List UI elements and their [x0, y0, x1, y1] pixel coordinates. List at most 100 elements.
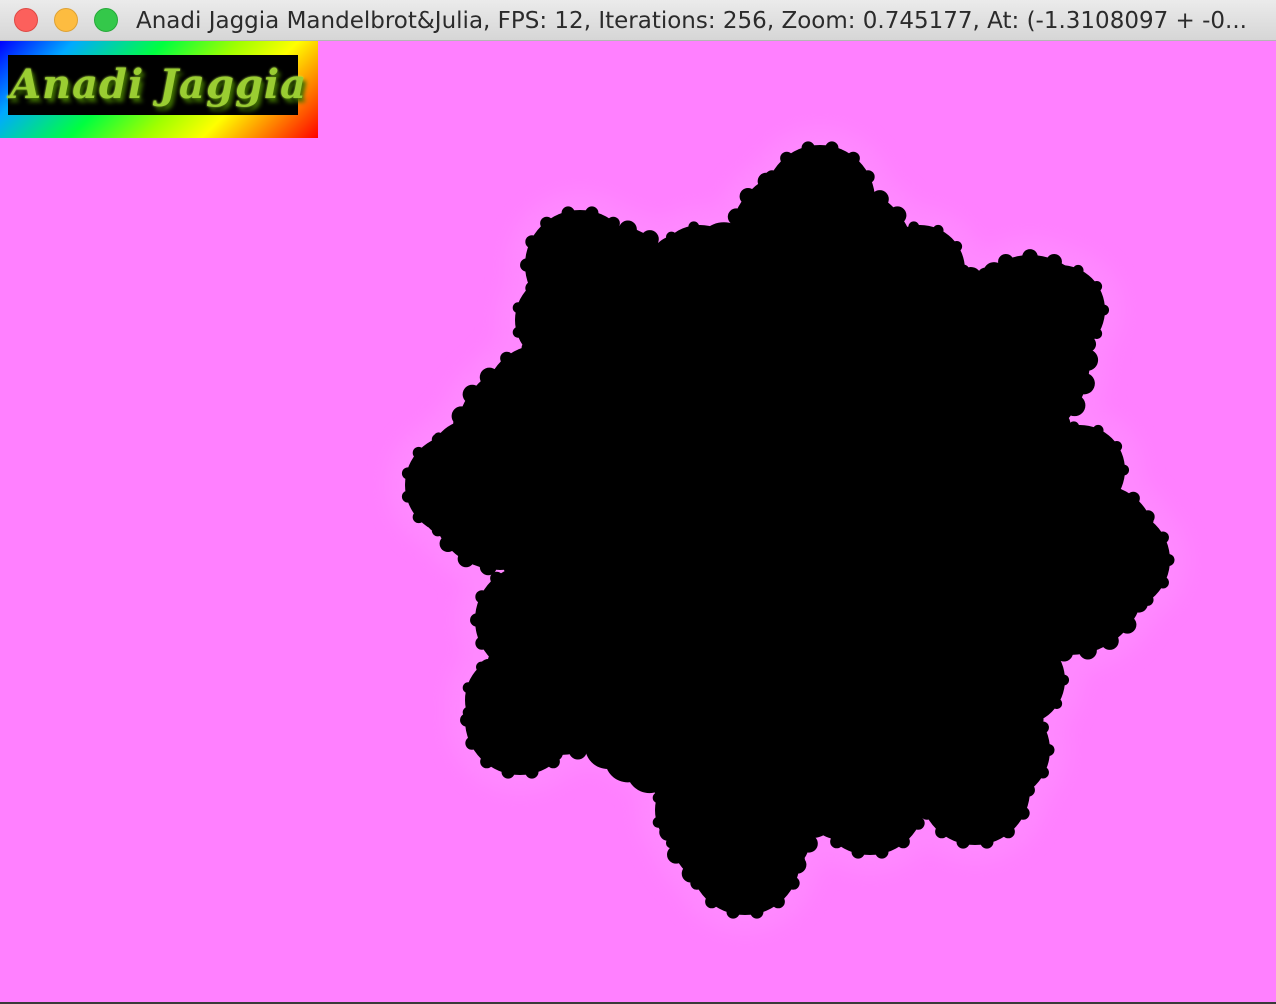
fractal-fringe	[652, 792, 664, 804]
fractal-fringe	[1092, 504, 1104, 516]
fractal-fringe	[848, 180, 867, 199]
fractal-fringe	[1048, 261, 1060, 273]
fractal-fringe	[861, 170, 875, 184]
fractal-fringe	[1162, 554, 1175, 566]
fractal-fringe	[1118, 464, 1130, 476]
zoom-button[interactable]	[94, 8, 118, 32]
fractal-fringe	[566, 713, 580, 727]
fractal-fringe	[997, 605, 1016, 624]
fractal-fringe	[875, 741, 889, 755]
fractal-fringe	[571, 224, 590, 243]
fractal-fringe	[490, 655, 504, 669]
fractal-fringe	[666, 231, 677, 243]
fractal-canvas[interactable]	[0, 41, 1276, 1004]
fractal-fringe	[603, 430, 623, 450]
fractal-fringe	[426, 455, 437, 465]
fractal-fringe	[921, 404, 944, 426]
fractal-fringe	[480, 393, 494, 407]
fractal-fringe	[688, 221, 700, 233]
fractal-fringe	[525, 352, 545, 372]
fractal-fringe	[935, 741, 949, 755]
fractal-fringe	[479, 682, 498, 701]
fractal-fringe	[625, 290, 641, 306]
fractal-fringe	[525, 765, 539, 779]
fractal-fringe	[951, 288, 963, 299]
fractal-fringe	[977, 356, 994, 373]
fractal-fringe	[781, 197, 800, 216]
fractal-fringe	[681, 864, 700, 883]
fractal-fringe	[511, 561, 525, 575]
title-bar[interactable]: Anadi Jaggia Mandelbrot&Julia, FPS: 12, …	[0, 0, 1276, 41]
fractal-fringe	[959, 636, 979, 656]
fractal-fringe	[724, 738, 743, 757]
fractal-fringe	[935, 632, 955, 653]
fractal-fringe	[815, 816, 829, 830]
fractal-fringe	[700, 358, 716, 373]
fractal-fringe	[561, 690, 575, 704]
fractal-fringe	[916, 793, 930, 807]
fractal-fringe	[911, 816, 925, 830]
fractal-fringe	[986, 707, 997, 719]
fractal-fringe	[475, 636, 489, 650]
fractal-fringe	[669, 267, 688, 286]
fractal-fringe	[801, 317, 820, 336]
fractal-fringe	[712, 844, 724, 856]
fractal-fringe	[983, 262, 1005, 284]
fractal-fringe	[529, 302, 548, 321]
fractal-fringe	[825, 141, 839, 155]
fractal-fringe	[535, 561, 549, 575]
fractal-fringe	[652, 276, 664, 288]
fractal-fringe	[1076, 349, 1099, 371]
fractal-fringe	[1085, 312, 1101, 328]
fractal-fringe	[521, 341, 535, 355]
fractal-fringe	[760, 193, 774, 207]
fractal-fringe	[599, 406, 619, 426]
fractal-fringe	[830, 835, 844, 849]
fractal-fringe	[653, 252, 669, 267]
fractal-fringe	[932, 224, 944, 236]
fractal-fringe	[724, 883, 743, 902]
fractal-fringe	[911, 770, 925, 784]
fractal-fringe	[997, 536, 1016, 555]
fractal-fringe	[855, 254, 873, 272]
fractal-fringe	[470, 613, 484, 627]
fractal-fringe	[1100, 510, 1119, 529]
fractal-fringe	[512, 326, 524, 338]
fractal-fringe	[980, 835, 994, 849]
fractal-fringe	[750, 801, 764, 815]
fractal-fringe	[980, 731, 994, 745]
fractal-fringe	[935, 788, 955, 808]
fractal-fringe	[951, 241, 963, 252]
fractal-fringe	[585, 310, 599, 324]
fractal-fringe	[1091, 281, 1103, 292]
fractal-fringe	[998, 664, 1018, 684]
fractal-fringe	[501, 617, 520, 636]
minimize-button[interactable]	[54, 8, 78, 32]
fractal-fringe	[946, 732, 959, 745]
fractal-fringe	[462, 682, 474, 694]
fractal-fringe	[770, 871, 789, 890]
fractal-fringe	[598, 314, 610, 326]
fractal-fringe	[786, 830, 800, 844]
fractal-fringe	[1126, 491, 1140, 505]
fractal-fringe	[825, 245, 839, 259]
fractal-fringe	[767, 285, 786, 304]
fractal-fringe	[588, 476, 608, 496]
fractal-fringe	[1073, 325, 1095, 348]
fractal-fringe	[618, 361, 637, 380]
fractal-fringe	[561, 206, 575, 220]
fractal-fringe	[870, 190, 889, 209]
fractal-fringe	[975, 336, 991, 351]
close-button[interactable]	[14, 8, 38, 32]
fractal-fringe	[625, 314, 641, 330]
fractal-fringe	[1032, 634, 1044, 646]
fractal-fringe	[521, 604, 540, 623]
fractal-fringe	[433, 432, 444, 442]
fractal-fringe	[759, 262, 778, 281]
fractal-fringe	[581, 416, 595, 430]
fractal-fringe	[476, 518, 489, 531]
logo-text: Anadi Jaggia	[10, 61, 308, 108]
fractal-fringe	[886, 297, 897, 309]
fractal-fringe	[599, 454, 619, 474]
fractal-fringe	[1129, 594, 1148, 613]
